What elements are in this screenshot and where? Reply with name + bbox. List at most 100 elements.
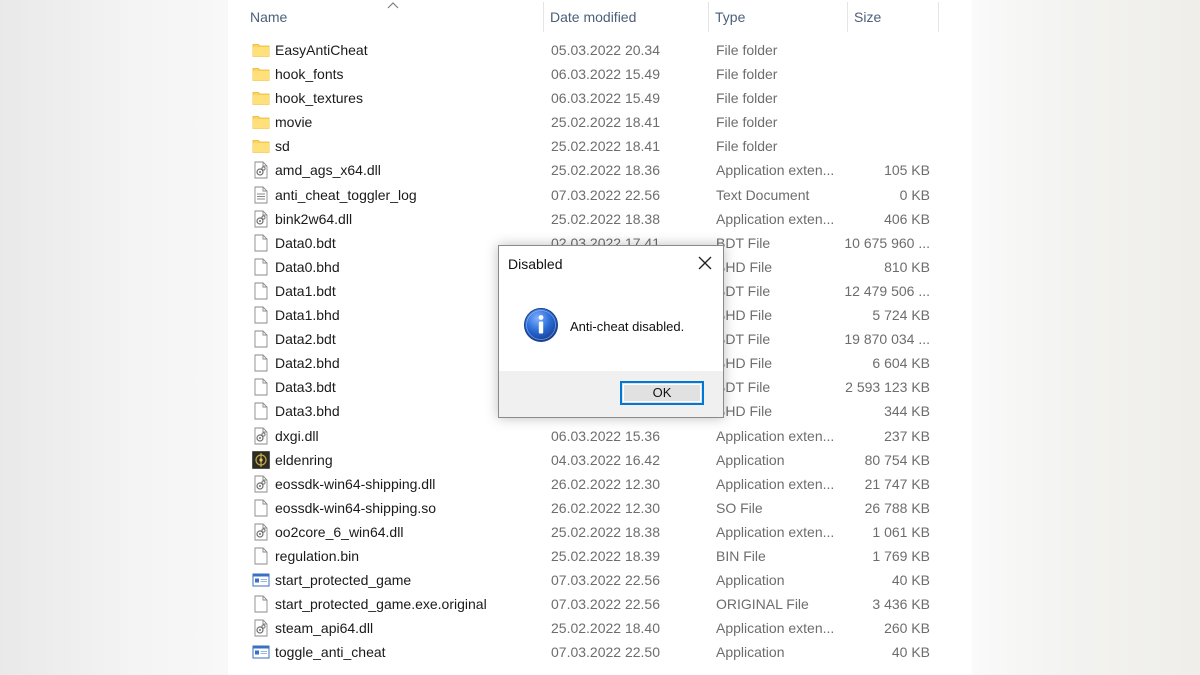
file-name: start_protected_game bbox=[275, 572, 412, 589]
file-size: 260 KB bbox=[884, 620, 930, 637]
blank-file-icon bbox=[252, 544, 270, 568]
file-date-modified: 25.02.2022 18.40 bbox=[551, 620, 660, 637]
eldenring-app-icon bbox=[252, 448, 270, 472]
text-file-icon bbox=[252, 183, 270, 207]
blank-file-icon bbox=[252, 279, 270, 303]
folder-icon bbox=[252, 62, 270, 86]
dialog-title: Disabled bbox=[508, 256, 563, 272]
column-header-type[interactable]: Type bbox=[709, 0, 847, 34]
column-header-row: Name Date modified Type Size bbox=[228, 0, 972, 34]
blank-file-icon bbox=[252, 592, 270, 616]
file-type: Text Document bbox=[716, 186, 810, 203]
dll-file-icon bbox=[252, 520, 270, 544]
file-type: File folder bbox=[716, 114, 778, 131]
file-name: Data2.bdt bbox=[275, 331, 336, 348]
file-name: bink2w64.dll bbox=[275, 210, 353, 227]
exe-app-icon bbox=[252, 640, 270, 664]
file-row[interactable]: bink2w64.dll 25.02.2022 18.38 Application … bbox=[228, 207, 972, 231]
background-right bbox=[972, 0, 1200, 675]
blank-file-icon bbox=[252, 496, 270, 520]
file-type: Application exten... bbox=[716, 210, 835, 227]
ok-button-label: OK bbox=[652, 385, 672, 400]
file-type: Application exten... bbox=[716, 620, 835, 637]
file-date-modified: 25.02.2022 18.38 bbox=[551, 523, 660, 540]
file-row[interactable]: dxgi.dll 06.03.2022 15.36 Application exte… bbox=[228, 424, 972, 448]
blank-file-icon bbox=[252, 375, 270, 399]
file-type: File folder bbox=[716, 138, 778, 155]
file-date-modified: 06.03.2022 15.49 bbox=[551, 90, 660, 107]
message-dialog: Disabled Anti-cheat disabled. OK bbox=[498, 245, 724, 418]
file-date-modified: 07.03.2022 22.56 bbox=[551, 572, 660, 589]
file-type: Application exten... bbox=[716, 475, 835, 492]
file-size: 406 KB bbox=[884, 210, 930, 227]
file-row[interactable]: EasyAntiCheat 05.03.2022 20.34 File folder bbox=[228, 38, 972, 62]
dll-file-icon bbox=[252, 158, 270, 182]
file-date-modified: 25.02.2022 18.41 bbox=[551, 138, 660, 155]
file-name: amd_ags_x64.dll bbox=[275, 162, 381, 179]
file-name: Data2.bhd bbox=[275, 355, 340, 372]
column-header-name-label: Name bbox=[250, 9, 288, 25]
background-left bbox=[0, 0, 228, 675]
sort-ascending-icon bbox=[387, 2, 399, 9]
file-row[interactable]: start_protected_game.exe.original 07.03.2… bbox=[228, 592, 972, 616]
file-name: eossdk-win64-shipping.so bbox=[275, 499, 437, 516]
dialog-message: Anti-cheat disabled. bbox=[570, 319, 685, 334]
file-type: BHD File bbox=[716, 355, 773, 372]
file-name: Data0.bhd bbox=[275, 258, 340, 275]
file-row[interactable]: anti_cheat_toggler_log 07.03.2022 22.56 Te… bbox=[228, 183, 972, 207]
file-row[interactable]: toggle_anti_cheat 07.03.2022 22.50 Applica… bbox=[228, 640, 972, 664]
file-row[interactable]: hook_textures 06.03.2022 15.49 File folder bbox=[228, 86, 972, 110]
file-size: 21 747 KB bbox=[864, 475, 930, 492]
file-date-modified: 25.02.2022 18.41 bbox=[551, 114, 660, 131]
file-row[interactable]: steam_api64.dll 25.02.2022 18.40 Applicati… bbox=[228, 616, 972, 640]
file-row[interactable]: movie 25.02.2022 18.41 File folder bbox=[228, 110, 972, 134]
file-name: anti_cheat_toggler_log bbox=[275, 186, 417, 203]
file-size: 2 593 123 KB bbox=[845, 379, 930, 396]
column-header-date-label: Date modified bbox=[550, 9, 637, 25]
file-size: 40 KB bbox=[891, 644, 930, 661]
dialog-footer: OK bbox=[499, 371, 723, 417]
info-icon bbox=[524, 308, 558, 342]
file-name: steam_api64.dll bbox=[275, 620, 374, 637]
file-row[interactable]: hook_fonts 06.03.2022 15.49 File folder bbox=[228, 62, 972, 86]
blank-file-icon bbox=[252, 255, 270, 279]
file-name: Data3.bhd bbox=[275, 403, 340, 420]
column-separator[interactable] bbox=[938, 2, 939, 32]
file-type: BDT File bbox=[716, 282, 771, 299]
file-type: BDT File bbox=[716, 234, 771, 251]
file-row[interactable]: amd_ags_x64.dll 25.02.2022 18.36 Applicati… bbox=[228, 158, 972, 182]
file-size: 3 436 KB bbox=[872, 596, 930, 613]
file-type: Application bbox=[716, 451, 785, 468]
file-type: BHD File bbox=[716, 307, 773, 324]
blank-file-icon bbox=[252, 303, 270, 327]
file-row[interactable]: regulation.bin 25.02.2022 18.39 BIN File 1 … bbox=[228, 544, 972, 568]
blank-file-icon bbox=[252, 351, 270, 375]
file-type: Application bbox=[716, 644, 785, 661]
file-date-modified: 07.03.2022 22.50 bbox=[551, 644, 660, 661]
column-header-date[interactable]: Date modified bbox=[544, 0, 708, 34]
file-row[interactable]: eossdk-win64-shipping.so 26.02.2022 12.30… bbox=[228, 496, 972, 520]
file-type: SO File bbox=[716, 499, 763, 516]
file-row[interactable]: eldenring 04.03.2022 16.42 Application 80 7… bbox=[228, 448, 972, 472]
blank-file-icon bbox=[252, 327, 270, 351]
file-name: EasyAntiCheat bbox=[275, 42, 368, 58]
file-name: movie bbox=[275, 114, 313, 131]
ok-button[interactable]: OK bbox=[620, 381, 704, 405]
file-type: BHD File bbox=[716, 258, 773, 275]
exe-app-icon bbox=[252, 568, 270, 592]
file-size: 12 479 506 ... bbox=[844, 282, 930, 299]
file-row[interactable]: start_protected_game 07.03.2022 22.56 Appl… bbox=[228, 568, 972, 592]
file-date-modified: 26.02.2022 12.30 bbox=[551, 475, 660, 492]
close-icon[interactable] bbox=[695, 253, 715, 273]
file-name: regulation.bin bbox=[275, 547, 360, 564]
file-row[interactable]: sd 25.02.2022 18.41 File folder bbox=[228, 134, 972, 158]
file-row[interactable]: eossdk-win64-shipping.dll 26.02.2022 12.3… bbox=[228, 472, 972, 496]
file-date-modified: 05.03.2022 20.34 bbox=[551, 42, 660, 58]
file-date-modified: 26.02.2022 12.30 bbox=[551, 499, 660, 516]
file-size: 1 769 KB bbox=[872, 547, 930, 564]
file-name: Data3.bdt bbox=[275, 379, 336, 396]
column-header-size[interactable]: Size bbox=[848, 0, 938, 34]
file-row[interactable]: oo2core_6_win64.dll 25.02.2022 18.38 Appli… bbox=[228, 520, 972, 544]
file-size: 19 870 034 ... bbox=[844, 331, 930, 348]
file-size: 26 788 KB bbox=[864, 499, 930, 516]
